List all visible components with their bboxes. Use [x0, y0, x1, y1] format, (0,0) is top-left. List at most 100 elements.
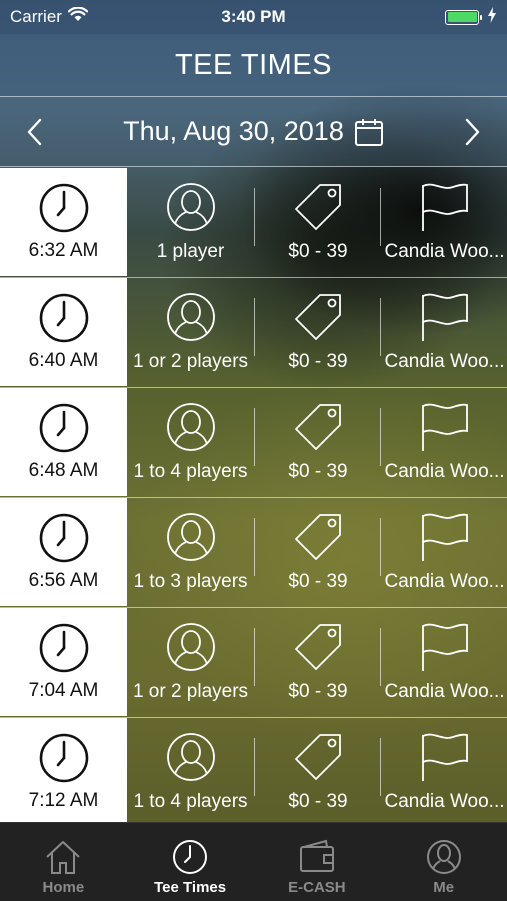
chevron-right-icon: [465, 118, 480, 145]
players-cell: 1 player: [127, 168, 254, 276]
wallet-icon: [299, 839, 334, 872]
flag-icon: [421, 403, 468, 451]
user-icon: [166, 623, 215, 671]
players-label: 1 or 2 players: [132, 351, 249, 372]
tab-tee-times[interactable]: Tee Times: [127, 823, 254, 901]
tee-time-row[interactable]: 6:56 AM 1 to 3 players $0 - 39 Candia Wo…: [0, 498, 507, 608]
flag-icon: [421, 733, 468, 781]
price-label: $0 - 39: [288, 351, 348, 372]
battery-icon: [445, 9, 482, 25]
user-icon: [166, 183, 215, 231]
course-cell: Candia Woo...: [382, 388, 507, 496]
course-cell: Candia Woo...: [382, 278, 507, 386]
players-label: 1 or 2 players: [132, 681, 249, 702]
home-icon: [46, 841, 81, 874]
tee-time-cell: 6:48 AM: [0, 388, 127, 496]
divider: [380, 738, 381, 796]
price-cell: $0 - 39: [256, 168, 380, 276]
clock-icon: [39, 293, 88, 343]
charging-icon: [487, 6, 497, 28]
tee-time-cell: 6:56 AM: [0, 498, 127, 606]
next-day-button[interactable]: [453, 112, 493, 152]
tee-time-row[interactable]: 6:48 AM 1 to 4 players $0 - 39 Candia Wo…: [0, 388, 507, 498]
chevron-left-icon: [27, 118, 42, 145]
price-tag-icon: [295, 184, 341, 230]
tee-time-list: 6:32 AM 1 player $0 - 39 Candia Woo... 6…: [0, 168, 507, 828]
user-icon: [166, 513, 215, 561]
divider: [254, 738, 255, 796]
price-cell: $0 - 39: [256, 278, 380, 386]
divider: [380, 518, 381, 576]
tee-time-cell: 7:12 AM: [0, 718, 127, 826]
tee-time-cell: 6:32 AM: [0, 168, 127, 276]
price-tag-icon: [295, 734, 341, 780]
clock-icon: [39, 403, 88, 453]
user-icon: [166, 733, 215, 781]
price-label: $0 - 39: [288, 791, 348, 812]
tab-me[interactable]: Me: [380, 823, 507, 901]
tab-label: Home: [42, 879, 85, 896]
players-cell: 1 to 4 players: [127, 718, 254, 826]
date-picker[interactable]: Thu, Aug 30, 2018: [123, 116, 384, 147]
divider: [254, 518, 255, 576]
tab-e-cash[interactable]: E-CASH: [254, 823, 381, 901]
tee-time-label: 7:12 AM: [28, 790, 99, 811]
divider: [254, 628, 255, 686]
user-icon: [166, 403, 215, 451]
players-cell: 1 to 3 players: [127, 498, 254, 606]
price-label: $0 - 39: [288, 571, 348, 592]
price-label: $0 - 39: [288, 241, 348, 262]
course-cell: Candia Woo...: [382, 168, 507, 276]
flag-icon: [421, 513, 468, 561]
calendar-icon: [354, 118, 383, 146]
course-label: Candia Woo...: [384, 681, 505, 702]
tee-time-label: 6:40 AM: [28, 350, 99, 371]
clock-icon: [39, 623, 88, 673]
course-label: Candia Woo...: [384, 351, 505, 372]
tee-time-row[interactable]: 7:04 AM 1 or 2 players $0 - 39 Candia Wo…: [0, 608, 507, 718]
players-cell: 1 or 2 players: [127, 278, 254, 386]
tee-time-row[interactable]: 7:12 AM 1 to 4 players $0 - 39 Candia Wo…: [0, 718, 507, 828]
players-cell: 1 or 2 players: [127, 608, 254, 716]
price-tag-icon: [295, 624, 341, 670]
course-label: Candia Woo...: [384, 241, 505, 262]
divider: [254, 408, 255, 466]
clock-icon: [39, 513, 88, 563]
tee-time-label: 7:04 AM: [28, 680, 99, 701]
flag-icon: [421, 293, 468, 341]
divider: [380, 188, 381, 246]
tee-time-row[interactable]: 6:40 AM 1 or 2 players $0 - 39 Candia Wo…: [0, 278, 507, 388]
course-cell: Candia Woo...: [382, 498, 507, 606]
price-tag-icon: [295, 294, 341, 340]
tee-time-cell: 6:40 AM: [0, 278, 127, 386]
clock-icon: [173, 840, 208, 874]
players-label: 1 to 4 players: [133, 791, 248, 812]
price-cell: $0 - 39: [256, 608, 380, 716]
players-label: 1 to 3 players: [133, 571, 248, 592]
tee-time-label: 6:48 AM: [28, 460, 99, 481]
previous-day-button[interactable]: [14, 112, 54, 152]
clock-icon: [39, 183, 88, 233]
tab-home[interactable]: Home: [0, 823, 127, 901]
course-cell: Candia Woo...: [382, 608, 507, 716]
user-icon: [166, 293, 215, 341]
tee-time-label: 6:56 AM: [28, 570, 99, 591]
page-title: TEE TIMES: [174, 48, 333, 81]
tab-bar: Home Tee Times E-CASH Me: [0, 822, 507, 901]
divider: [254, 188, 255, 246]
tee-time-label: 6:32 AM: [28, 240, 99, 261]
price-tag-icon: [295, 404, 341, 450]
carrier-label: Carrier: [10, 7, 62, 26]
price-label: $0 - 39: [288, 461, 348, 482]
wifi-icon: [67, 6, 89, 27]
selected-date: Thu, Aug 30, 2018: [123, 116, 344, 146]
price-tag-icon: [295, 514, 341, 560]
course-label: Candia Woo...: [384, 571, 505, 592]
tee-time-row[interactable]: 6:32 AM 1 player $0 - 39 Candia Woo...: [0, 168, 507, 278]
divider: [380, 298, 381, 356]
flag-icon: [421, 183, 468, 231]
divider: [254, 298, 255, 356]
course-label: Candia Woo...: [384, 461, 505, 482]
user-icon: [426, 840, 461, 874]
players-label: 1 to 4 players: [133, 461, 248, 482]
